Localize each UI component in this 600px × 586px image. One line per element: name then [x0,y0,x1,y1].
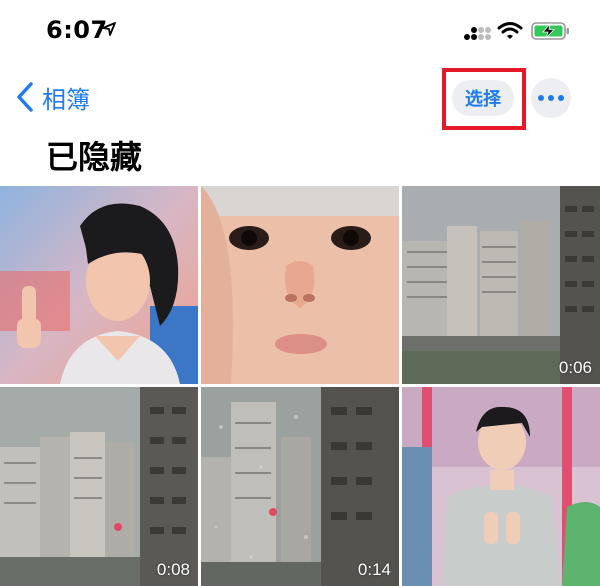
video-thumbnail[interactable]: 0:06 [402,186,600,384]
status-bar: 6:07 [0,0,600,66]
select-button[interactable]: 选择 [452,80,514,116]
video-duration: 0:08 [156,560,190,579]
location-arrow-icon [102,22,116,36]
video-duration: 0:14 [357,560,391,579]
video-thumbnail[interactable]: 0:14 [201,387,399,586]
photo-thumbnail[interactable] [201,186,399,384]
status-time: 6:07 [46,16,108,44]
video-thumbnail[interactable]: 0:08 [0,387,198,586]
chevron-left-icon [17,82,33,112]
battery-charging-icon [531,22,569,40]
photo-thumbnail[interactable] [402,387,600,586]
cellular-signal-icon [464,27,491,40]
ellipsis-icon [548,95,554,101]
ellipsis-icon [558,95,564,101]
photo-thumbnail[interactable] [0,186,198,384]
video-duration: 0:06 [558,358,592,377]
more-options-button[interactable] [531,78,571,118]
back-label: 相簿 [42,85,90,114]
wifi-icon [497,22,523,39]
ellipsis-icon [538,95,544,101]
back-button[interactable]: 相簿 [14,78,90,116]
page-title: 已隐藏 [46,138,143,176]
photo-grid: 0:06 0:08 0:14 [0,186,600,586]
